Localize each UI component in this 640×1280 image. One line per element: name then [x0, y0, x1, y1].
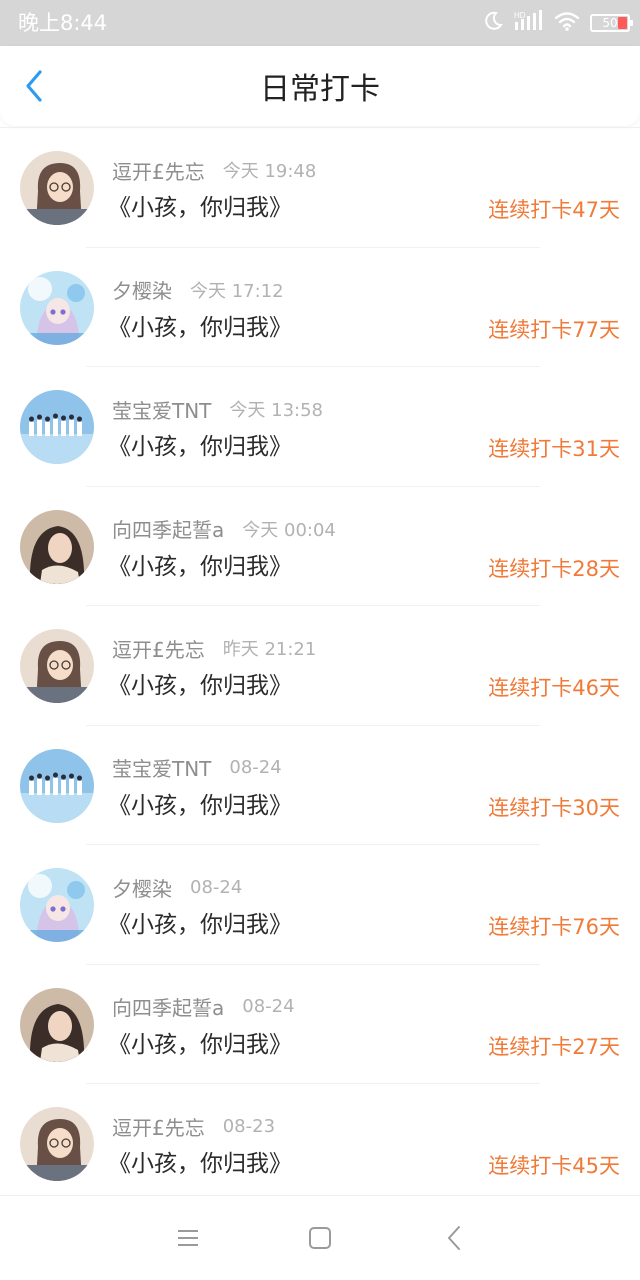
- status-icons: HD 50: [482, 10, 633, 36]
- home-icon: [309, 1227, 331, 1249]
- list-item[interactable]: 逗开£先忘 昨天 21:21 《小孩，你归我》 连续打卡46天: [0, 606, 640, 726]
- signal-icon: HD: [514, 10, 544, 36]
- avatar[interactable]: [20, 987, 94, 1062]
- post-title[interactable]: 《小孩，你归我》: [108, 312, 292, 344]
- streak-label: 连续打卡31天: [488, 437, 620, 461]
- list-item[interactable]: 夕樱染 今天 17:12 《小孩，你归我》 连续打卡77天: [0, 248, 640, 368]
- header: 日常打卡: [0, 46, 640, 126]
- avatar-image: [20, 868, 94, 942]
- post-meta: 莹宝爱TNT 今天 13:58: [112, 395, 323, 423]
- post-title[interactable]: 《小孩，你归我》: [108, 551, 292, 583]
- post-meta: 逗开£先忘 昨天 21:21: [112, 634, 316, 662]
- user-name[interactable]: 夕樱染: [112, 873, 172, 902]
- avatar-image: [20, 270, 94, 345]
- post-title[interactable]: 《小孩，你归我》: [108, 670, 292, 702]
- post-time: 08-24: [190, 876, 243, 898]
- avatar-image: [20, 1107, 94, 1181]
- avatar-image: [20, 629, 94, 703]
- battery-percent: 50: [602, 16, 618, 30]
- post-time: 昨天 21:21: [222, 639, 317, 660]
- post-meta: 逗开£先忘 08-23: [112, 1112, 275, 1140]
- checkin-list[interactable]: 逗开£先忘 今天 19:48 《小孩，你归我》 连续打卡47天 夕樱染 今天 1…: [0, 127, 640, 1196]
- avatar-image: [20, 509, 94, 584]
- battery-level: [618, 17, 627, 29]
- post-meta: 向四季起誓a 08-24: [112, 993, 295, 1021]
- home-button[interactable]: [300, 1218, 340, 1258]
- post-title[interactable]: 《小孩，你归我》: [108, 1148, 292, 1180]
- avatar[interactable]: [20, 151, 94, 225]
- post-meta: 夕樱染 今天 17:12: [112, 276, 284, 304]
- menu-button[interactable]: [168, 1218, 208, 1258]
- status-time: 晚上8:44: [18, 11, 108, 35]
- wifi-icon: [554, 10, 580, 36]
- streak-label: 连续打卡27天: [488, 1034, 620, 1059]
- user-name[interactable]: 向四季起誓a: [112, 992, 224, 1021]
- avatar-image: [20, 151, 94, 225]
- streak-label: 连续打卡46天: [488, 676, 620, 700]
- list-item[interactable]: 逗开£先忘 08-23 《小孩，你归我》 连续打卡45天: [0, 1084, 640, 1196]
- avatar[interactable]: [20, 270, 94, 345]
- list-item[interactable]: 莹宝爱TNT 08-24 《小孩，你归我》 连续打卡30天: [0, 726, 640, 846]
- moon-icon: [482, 10, 504, 36]
- post-title[interactable]: 《小孩，你归我》: [108, 1029, 292, 1061]
- post-title[interactable]: 《小孩，你归我》: [108, 790, 292, 822]
- list-item[interactable]: 向四季起誓a 今天 00:04 《小孩，你归我》 连续打卡28天: [0, 487, 640, 607]
- post-time: 08-23: [222, 1115, 276, 1137]
- avatar[interactable]: [20, 509, 94, 584]
- user-name[interactable]: 逗开£先忘: [112, 634, 205, 663]
- streak-label: 连续打卡76天: [488, 915, 620, 939]
- user-name[interactable]: 逗开£先忘: [112, 1112, 205, 1141]
- streak-label: 连续打卡77天: [488, 317, 620, 342]
- post-time: 今天 17:12: [190, 280, 284, 302]
- user-name[interactable]: 夕樱染: [112, 275, 172, 304]
- post-meta: 向四季起誓a 今天 00:04: [112, 515, 336, 543]
- streak-label: 连续打卡28天: [488, 556, 620, 581]
- post-time: 08-24: [242, 996, 295, 1017]
- avatar[interactable]: [20, 390, 94, 464]
- streak-label: 连续打卡30天: [488, 795, 620, 820]
- list-item[interactable]: 莹宝爱TNT 今天 13:58 《小孩，你归我》 连续打卡31天: [0, 367, 640, 487]
- user-name[interactable]: 莹宝爱TNT: [112, 753, 211, 782]
- avatar[interactable]: [20, 748, 94, 823]
- network-type-label: HD: [514, 11, 526, 20]
- list-item[interactable]: 向四季起誓a 08-24 《小孩，你归我》 连续打卡27天: [0, 965, 640, 1085]
- post-meta: 逗开£先忘 今天 19:48: [112, 156, 316, 184]
- status-bar: 晚上8:44 HD 50: [0, 0, 640, 46]
- user-name[interactable]: 向四季起誓a: [112, 514, 224, 543]
- list-item[interactable]: 逗开£先忘 今天 19:48 《小孩，你归我》 连续打卡47天: [0, 128, 640, 248]
- system-nav-bar: [0, 1195, 640, 1280]
- post-meta: 莹宝爱TNT 08-24: [112, 754, 282, 782]
- post-title[interactable]: 《小孩，你归我》: [108, 909, 292, 941]
- post-time: 08-24: [229, 757, 282, 778]
- avatar[interactable]: [20, 868, 94, 942]
- avatar-image: [20, 748, 94, 823]
- avatar-image: [20, 390, 94, 464]
- menu-icon: [178, 1230, 198, 1246]
- user-name[interactable]: 莹宝爱TNT: [112, 395, 211, 424]
- streak-label: 连续打卡45天: [488, 1154, 620, 1178]
- list-item[interactable]: 夕樱染 08-24 《小孩，你归我》 连续打卡76天: [0, 845, 640, 965]
- post-title[interactable]: 《小孩，你归我》: [108, 431, 292, 463]
- avatar[interactable]: [20, 1107, 94, 1181]
- post-time: 今天 00:04: [242, 519, 336, 541]
- streak-label: 连续打卡47天: [488, 198, 620, 222]
- post-meta: 夕樱染 08-24: [112, 873, 242, 901]
- user-name[interactable]: 逗开£先忘: [112, 156, 205, 185]
- system-back-button[interactable]: [435, 1218, 475, 1258]
- post-time: 今天 19:48: [222, 161, 317, 182]
- post-time: 今天 13:58: [229, 400, 324, 421]
- post-title[interactable]: 《小孩，你归我》: [108, 192, 292, 224]
- battery-icon: 50: [590, 14, 633, 32]
- avatar[interactable]: [20, 629, 94, 703]
- page-title: 日常打卡: [260, 72, 380, 107]
- back-icon: [448, 1226, 460, 1250]
- avatar-image: [20, 987, 94, 1062]
